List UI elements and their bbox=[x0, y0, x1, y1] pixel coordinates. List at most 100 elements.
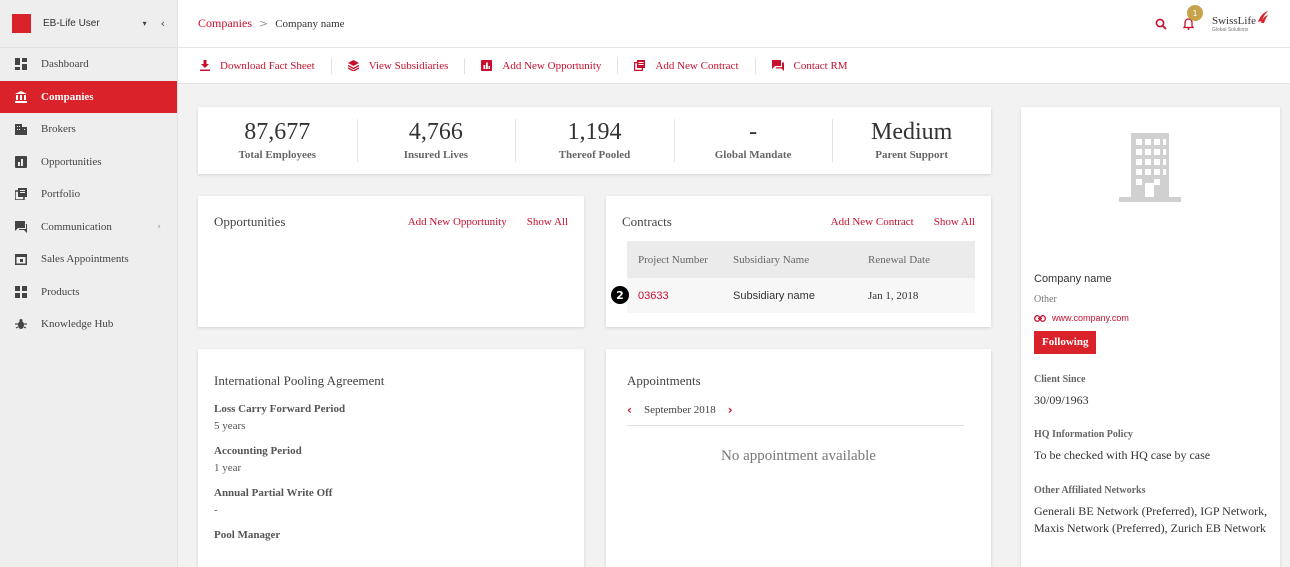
opportunities-title: Opportunities bbox=[214, 214, 286, 229]
sidebar-item-products[interactable]: Products bbox=[0, 276, 177, 309]
field-label: Pool Manager bbox=[214, 529, 281, 541]
sidebar-item-companies[interactable]: Companies bbox=[0, 80, 177, 113]
month-navigator: ‹ September 2018 › bbox=[627, 403, 964, 426]
sidebar-item-dashboard[interactable]: Dashboard bbox=[0, 48, 177, 81]
stat-label: Insured Lives bbox=[403, 148, 469, 161]
building-icon bbox=[15, 123, 27, 136]
column-header[interactable]: Renewal Date bbox=[858, 254, 975, 266]
stat-value: 4,766 bbox=[408, 119, 463, 146]
pooling-agreement-title: International Pooling Agreement bbox=[214, 373, 385, 388]
action-label: Download Fact Sheet bbox=[220, 59, 315, 72]
renewal-date-cell: Jan 1, 2018 bbox=[868, 289, 919, 302]
dashboard-icon bbox=[15, 58, 27, 71]
table-header-row: Project Number Subsidiary Name Renewal D… bbox=[627, 241, 975, 278]
action-divider bbox=[330, 57, 332, 74]
notifications[interactable]: 1 bbox=[1183, 5, 1203, 30]
contact-rm-button[interactable]: Contact RM bbox=[771, 60, 848, 72]
add-contract-link[interactable]: Add New Contract bbox=[831, 216, 914, 228]
chart-box-icon bbox=[481, 60, 493, 71]
project-number-cell: 03633 bbox=[627, 290, 723, 302]
field-value: 5 years bbox=[214, 420, 246, 432]
breadcrumb-companies[interactable]: Companies bbox=[198, 16, 252, 31]
sidebar-item-knowledge-hub[interactable]: Knowledge Hub bbox=[0, 308, 177, 341]
sidebar-item-opportunities[interactable]: Opportunities bbox=[0, 146, 177, 179]
column-header[interactable]: Project Number bbox=[627, 254, 723, 266]
stats-card: 87,677 Total Employees 4,766 Insured Liv… bbox=[198, 107, 991, 174]
company-info-panel: Company name Other www.company.com Follo… bbox=[1021, 107, 1280, 567]
sidebar-item-portfolio[interactable]: Portfolio bbox=[0, 178, 177, 211]
company-website-link[interactable]: www.company.com bbox=[1034, 313, 1270, 323]
company-details: Company name Other www.company.com Follo… bbox=[1034, 273, 1270, 538]
action-label: Add New Opportunity bbox=[502, 59, 602, 72]
search-icon[interactable] bbox=[1155, 18, 1167, 30]
action-divider bbox=[754, 57, 756, 74]
client-since-label: Client Since bbox=[1034, 374, 1086, 385]
header-actions: 1 SwissLife Global Solutions bbox=[1155, 0, 1290, 48]
notification-badge: 1 bbox=[1187, 5, 1203, 21]
field-value bbox=[214, 546, 568, 558]
sidebar: EB-Life User ▾ ‹ Dashboard Companies Bro… bbox=[0, 0, 178, 567]
pooling-agreement-card: International Pooling Agreement Loss Car… bbox=[198, 349, 584, 567]
add-new-opportunity-button[interactable]: Add New Opportunity bbox=[481, 60, 601, 72]
show-all-contracts-link[interactable]: Show All bbox=[934, 216, 975, 228]
collapse-sidebar-icon[interactable]: ‹ bbox=[161, 17, 165, 30]
stat-parent-support: Medium Parent Support bbox=[832, 107, 991, 174]
annotation-marker: 2 bbox=[611, 286, 629, 304]
stat-label: Thereof Pooled bbox=[558, 148, 631, 161]
action-divider bbox=[464, 57, 466, 74]
app-logo bbox=[12, 14, 31, 33]
field-label: Annual Partial Write Off bbox=[214, 487, 333, 499]
bank-icon bbox=[15, 90, 27, 103]
contracts-table: Project Number Subsidiary Name Renewal D… bbox=[627, 241, 975, 313]
download-fact-sheet-button[interactable]: Download Fact Sheet bbox=[200, 60, 315, 72]
opportunities-icon bbox=[15, 155, 27, 168]
stat-thereof-pooled: 1,194 Thereof Pooled bbox=[515, 107, 674, 174]
user-dropdown-icon[interactable]: ▾ bbox=[143, 19, 147, 28]
company-name: Company name bbox=[1034, 273, 1112, 285]
table-row[interactable]: 03633 Subsidiary name Jan 1, 2018 bbox=[627, 278, 975, 313]
show-all-opportunities-link[interactable]: Show All bbox=[527, 216, 568, 228]
field-value: 1 year bbox=[214, 462, 242, 474]
chevron-right-icon[interactable]: › bbox=[728, 403, 733, 417]
following-button[interactable]: Following bbox=[1034, 331, 1097, 354]
chevron-left-icon[interactable]: ‹ bbox=[627, 403, 632, 417]
stat-total-employees: 87,677 Total Employees bbox=[198, 107, 357, 174]
action-label: Add New Contract bbox=[655, 59, 739, 72]
view-subsidiaries-button[interactable]: View Subsidiaries bbox=[347, 59, 449, 72]
portfolio-icon bbox=[15, 188, 27, 201]
field-value: - bbox=[214, 504, 218, 516]
project-number-link[interactable]: 03633 bbox=[638, 290, 669, 302]
sidebar-item-label: Brokers bbox=[41, 123, 76, 136]
appointments-card: Appointments ‹ September 2018 › No appoi… bbox=[606, 349, 991, 567]
chat-icon bbox=[771, 60, 784, 71]
sidebar-item-brokers[interactable]: Brokers bbox=[0, 113, 177, 146]
stat-value: Medium bbox=[871, 119, 953, 146]
sidebar-item-label: Companies bbox=[41, 90, 94, 103]
contracts-card: Contracts Add New Contract Show All Proj… bbox=[606, 196, 991, 327]
contract-icon bbox=[634, 60, 646, 71]
user-bar[interactable]: EB-Life User ▾ ‹ bbox=[0, 0, 177, 48]
sidebar-item-sales-appointments[interactable]: Sales Appointments bbox=[0, 243, 177, 276]
opportunities-header: Opportunities Add New Opportunity Show A… bbox=[198, 196, 584, 248]
client-since-value: 30/09/1963 bbox=[1034, 393, 1089, 407]
add-opportunity-link[interactable]: Add New Opportunity bbox=[408, 216, 507, 228]
sidebar-item-label: Opportunities bbox=[41, 155, 102, 168]
bug-icon bbox=[15, 318, 27, 330]
link-icon bbox=[1034, 314, 1046, 322]
sidebar-item-label: Portfolio bbox=[41, 188, 81, 201]
action-label: View Subsidiaries bbox=[368, 59, 449, 72]
chevron-right-icon: › bbox=[157, 221, 161, 232]
sidebar-item-label: Sales Appointments bbox=[41, 253, 129, 266]
sidebar-item-label: Products bbox=[41, 285, 80, 298]
sidebar-item-label: Communication bbox=[41, 220, 112, 233]
column-header[interactable]: Subsidiary Name bbox=[723, 254, 858, 266]
download-icon bbox=[200, 60, 210, 71]
action-bar: Download Fact Sheet View Subsidiaries Ad… bbox=[178, 48, 1290, 84]
sidebar-item-label: Knowledge Hub bbox=[41, 318, 114, 331]
sidebar-item-communication[interactable]: Communication › bbox=[0, 211, 177, 244]
add-new-contract-button[interactable]: Add New Contract bbox=[634, 59, 739, 72]
layers-icon bbox=[347, 60, 359, 71]
stat-label: Global Mandate bbox=[714, 148, 792, 161]
affiliated-networks-value: Generali BE Network (Preferred), IGP Net… bbox=[1034, 503, 1268, 536]
company-building-icon bbox=[1119, 133, 1181, 210]
